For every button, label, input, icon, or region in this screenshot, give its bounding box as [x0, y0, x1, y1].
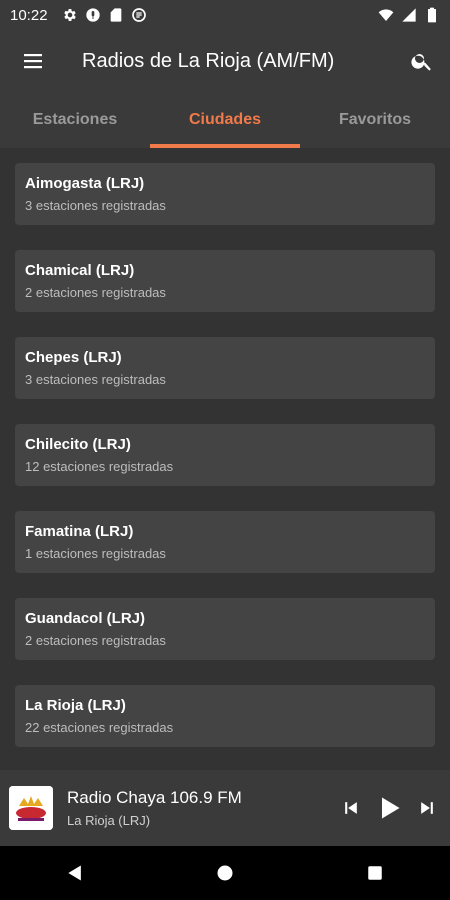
search-icon [411, 54, 431, 71]
system-nav-bar [0, 846, 450, 900]
search-button[interactable] [394, 30, 450, 92]
city-list: Aimogasta (LRJ) 3 estaciones registradas… [0, 148, 450, 770]
city-name: Chamical (LRJ) [25, 262, 135, 279]
tab-ciudades[interactable]: Ciudades [150, 92, 300, 148]
nav-back-button[interactable] [45, 846, 105, 900]
recents-icon [368, 866, 382, 880]
skip-next-button[interactable] [412, 788, 442, 828]
city-list-item[interactable]: Chamical (LRJ) 2 estaciones registradas [15, 250, 435, 312]
mic-icon [85, 7, 101, 23]
city-name: La Rioja (LRJ) [25, 697, 126, 714]
battery-icon [424, 7, 440, 23]
station-count: 2 estaciones registradas [25, 633, 166, 648]
city-name: Chepes (LRJ) [25, 349, 122, 366]
mini-player[interactable]: Radio Chaya 106.9 FM La Rioja (LRJ) [0, 770, 450, 846]
wifi-icon [378, 7, 394, 23]
app-screen: 10:22 Radios de La Rioja (AM/FM) Estacio… [0, 0, 450, 900]
sim-card-icon [108, 7, 124, 23]
station-count: 2 estaciones registradas [25, 285, 166, 300]
app-bar: Radios de La Rioja (AM/FM) [0, 30, 450, 92]
back-icon [68, 865, 81, 881]
home-icon [217, 865, 233, 881]
player-station-name: Radio Chaya 106.9 FM [67, 788, 242, 807]
player-controls [336, 788, 450, 828]
status-bar: 10:22 [0, 0, 450, 30]
menu-icon [24, 54, 42, 69]
gear-icon [62, 7, 78, 23]
player-station-location: La Rioja (LRJ) [67, 813, 151, 828]
signal-icon [401, 7, 417, 23]
sync-icon [131, 7, 147, 23]
city-name: Aimogasta (LRJ) [25, 175, 145, 192]
tab-favoritos[interactable]: Favoritos [300, 92, 450, 148]
nav-home-button[interactable] [195, 846, 255, 900]
skip-next-icon [421, 802, 433, 814]
city-list-item[interactable]: Aimogasta (LRJ) 3 estaciones registradas [15, 163, 435, 225]
city-name: Famatina (LRJ) [25, 523, 134, 540]
page-title: Radios de La Rioja (AM/FM) [82, 49, 335, 72]
menu-button[interactable] [0, 30, 66, 92]
play-button[interactable] [374, 788, 404, 828]
city-list-item[interactable]: Chepes (LRJ) 3 estaciones registradas [15, 337, 435, 399]
nav-recents-button[interactable] [345, 846, 405, 900]
station-count: 22 estaciones registradas [25, 720, 174, 735]
skip-previous-icon [345, 802, 357, 814]
status-icons-right [378, 7, 440, 23]
radio-logo-icon [9, 786, 53, 830]
tab-bar: Estaciones Ciudades Favoritos [0, 92, 450, 148]
play-icon [382, 797, 400, 819]
tab-estaciones[interactable]: Estaciones [0, 92, 150, 148]
city-list-item[interactable]: Famatina (LRJ) 1 estaciones registradas [15, 511, 435, 573]
city-name: Chilecito (LRJ) [25, 436, 131, 453]
city-list-item[interactable]: Chilecito (LRJ) 12 estaciones registrada… [15, 424, 435, 486]
station-count: 3 estaciones registradas [25, 372, 166, 387]
city-list-item[interactable]: Guandacol (LRJ) 2 estaciones registradas [15, 598, 435, 660]
station-logo [9, 786, 53, 830]
status-icons-left [62, 7, 147, 23]
station-count: 3 estaciones registradas [25, 198, 166, 213]
player-info: Radio Chaya 106.9 FM La Rioja (LRJ) [67, 788, 336, 828]
status-time: 10:22 [10, 6, 48, 24]
station-count: 1 estaciones registradas [25, 546, 166, 561]
city-list-item[interactable]: La Rioja (LRJ) 22 estaciones registradas [15, 685, 435, 747]
city-name: Guandacol (LRJ) [25, 610, 146, 627]
skip-previous-button[interactable] [336, 788, 366, 828]
station-count: 12 estaciones registradas [25, 459, 174, 474]
